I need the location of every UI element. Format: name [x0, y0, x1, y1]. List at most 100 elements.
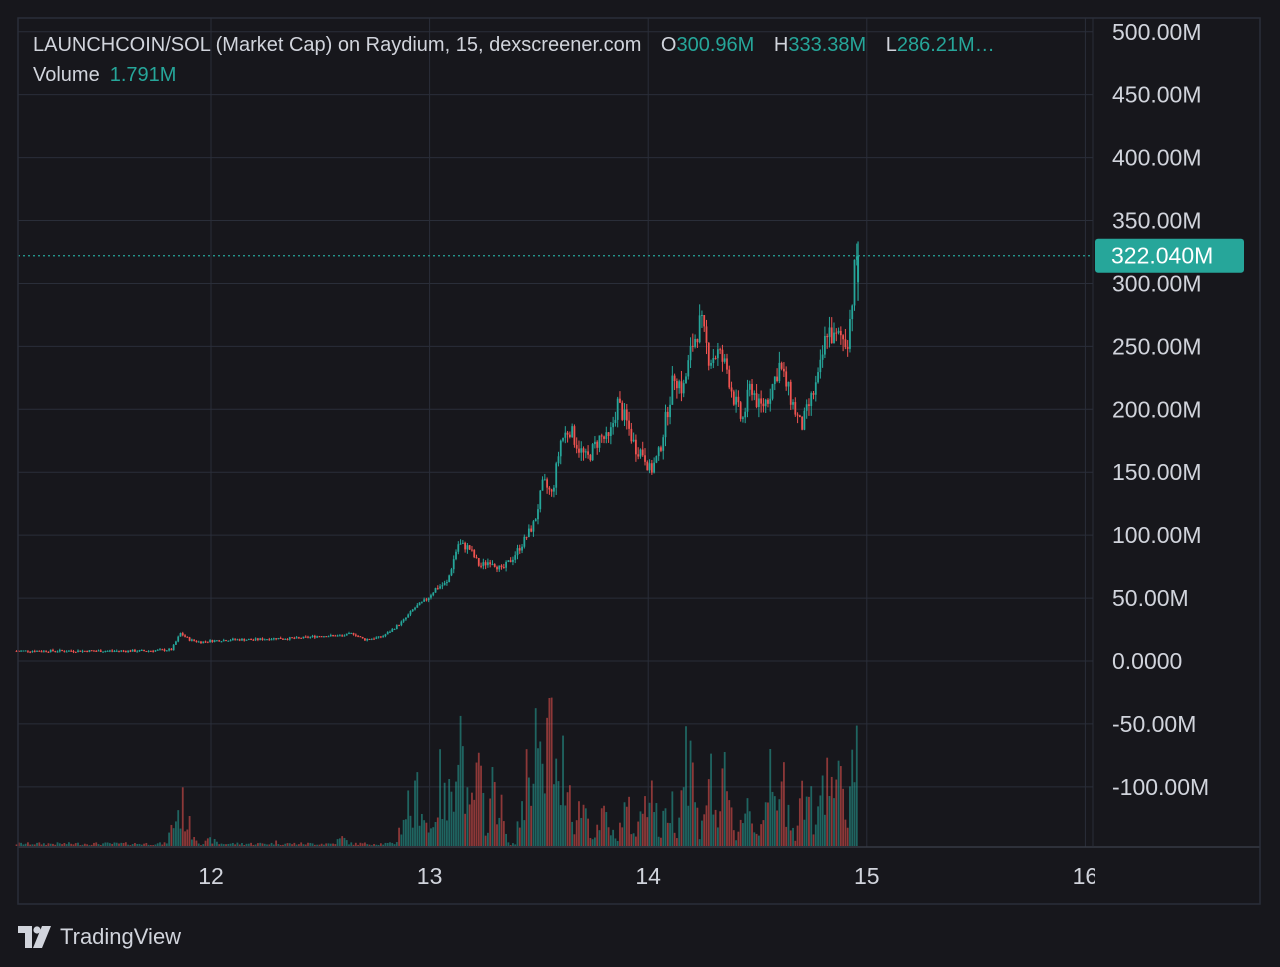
- volume-bar: [99, 844, 102, 846]
- volume-bar: [783, 762, 785, 846]
- volume-bar: [138, 843, 141, 846]
- volume-bar: [844, 819, 847, 846]
- candle-body: [571, 426, 574, 437]
- volume-bar: [464, 813, 467, 846]
- volume-bar: [272, 844, 275, 846]
- volume-bar: [108, 843, 111, 846]
- volume-bar: [42, 843, 45, 846]
- volume-label[interactable]: Volume: [33, 64, 100, 86]
- candle-body: [612, 423, 615, 428]
- volume-bar: [216, 841, 218, 846]
- candle-body: [496, 566, 498, 570]
- candle-body: [22, 650, 25, 652]
- volume-bar: [461, 746, 464, 846]
- symbol-title[interactable]: LAUNCHCOIN/SOL (Market Cap) on Raydium, …: [33, 34, 641, 56]
- volume-bar: [33, 844, 36, 846]
- volume-bar: [730, 807, 733, 846]
- candle-body: [45, 650, 48, 652]
- candle-body: [728, 369, 731, 388]
- candle-body: [184, 635, 186, 637]
- candle-body: [787, 381, 790, 387]
- time-axis-tick-label: 15: [854, 863, 880, 889]
- volume-bar: [56, 842, 59, 846]
- volume-bar: [261, 843, 264, 846]
- candle-body: [56, 651, 59, 653]
- volume-bar: [197, 843, 200, 846]
- volume-bar: [236, 842, 239, 846]
- volume-bar: [748, 811, 751, 846]
- candle-body: [480, 565, 482, 567]
- candle-body: [824, 335, 826, 355]
- candle-body: [161, 649, 164, 651]
- candle-body: [455, 551, 457, 560]
- candle-body: [792, 402, 794, 405]
- volume-bar: [400, 834, 403, 846]
- volume-bar: [195, 840, 198, 846]
- open-key: O: [660, 34, 677, 56]
- candle-body: [323, 636, 325, 638]
- volume-bar: [446, 820, 448, 846]
- volume-bar: [737, 831, 740, 846]
- volume-bar: [555, 758, 558, 846]
- volume-bar: [678, 817, 681, 846]
- volume-bar: [559, 805, 562, 846]
- price-axis-tick-label: 200.00M: [1112, 396, 1202, 422]
- candle-body: [325, 636, 328, 638]
- candle-body: [639, 449, 642, 457]
- candle-body: [783, 368, 785, 372]
- candle-body: [755, 393, 758, 407]
- candle-body: [486, 562, 489, 566]
- candle-body: [27, 650, 29, 652]
- candle-body: [334, 635, 337, 637]
- candle-body: [165, 650, 168, 652]
- volume-bar: [373, 843, 375, 846]
- candle-body: [796, 414, 799, 416]
- price-axis-tick-label: 300.00M: [1112, 270, 1202, 296]
- candle-body: [42, 650, 45, 652]
- candle-body: [72, 651, 75, 653]
- candle-body: [140, 649, 143, 651]
- volume-bar: [343, 837, 346, 846]
- candle-body: [473, 550, 476, 558]
- volume-bar: [701, 820, 703, 846]
- volume-bar: [650, 780, 653, 846]
- candle-body: [457, 544, 460, 552]
- volume-bar: [621, 827, 624, 846]
- chart-canvas[interactable]: 500.00M 450.00M 400.00M 350.00M 300.00M 250.0…: [0, 0, 1280, 967]
- volume-bar: [853, 782, 856, 846]
- volume-bar: [147, 844, 150, 846]
- volume-bar: [222, 844, 225, 846]
- volume-bar: [275, 840, 278, 846]
- time-axis-tick-label: 13: [417, 863, 443, 889]
- volume-bar: [354, 842, 357, 846]
- volume-bar: [120, 842, 123, 846]
- candle-body: [102, 651, 104, 653]
- candle-body: [842, 335, 845, 340]
- candle-body: [653, 462, 656, 473]
- low-value: 286.21M…: [896, 34, 995, 56]
- volume-bar: [598, 830, 601, 846]
- volume-bar: [801, 780, 804, 846]
- candle-body: [578, 448, 580, 453]
- price-axis-tick-label: 100.00M: [1112, 522, 1202, 548]
- tradingview-brand[interactable]: TradingView: [18, 922, 181, 952]
- volume-bar: [493, 782, 496, 846]
- candle-body: [129, 650, 132, 652]
- volume-bar: [475, 762, 478, 846]
- candle-body: [20, 650, 22, 652]
- candle-body: [405, 617, 407, 620]
- volume-bar: [231, 842, 234, 846]
- volume-bar: [716, 827, 719, 846]
- candle-body: [673, 375, 676, 381]
- candle-body: [163, 649, 166, 651]
- candle-body: [812, 393, 815, 395]
- candle-body: [464, 542, 467, 550]
- volume-bar: [673, 832, 676, 846]
- volume-bar: [660, 837, 662, 846]
- candle-body: [605, 432, 608, 439]
- candle-body: [789, 381, 792, 405]
- candle-body: [835, 332, 838, 334]
- candle-body: [275, 638, 278, 640]
- candle-body: [685, 376, 687, 384]
- volume-bar: [705, 805, 708, 846]
